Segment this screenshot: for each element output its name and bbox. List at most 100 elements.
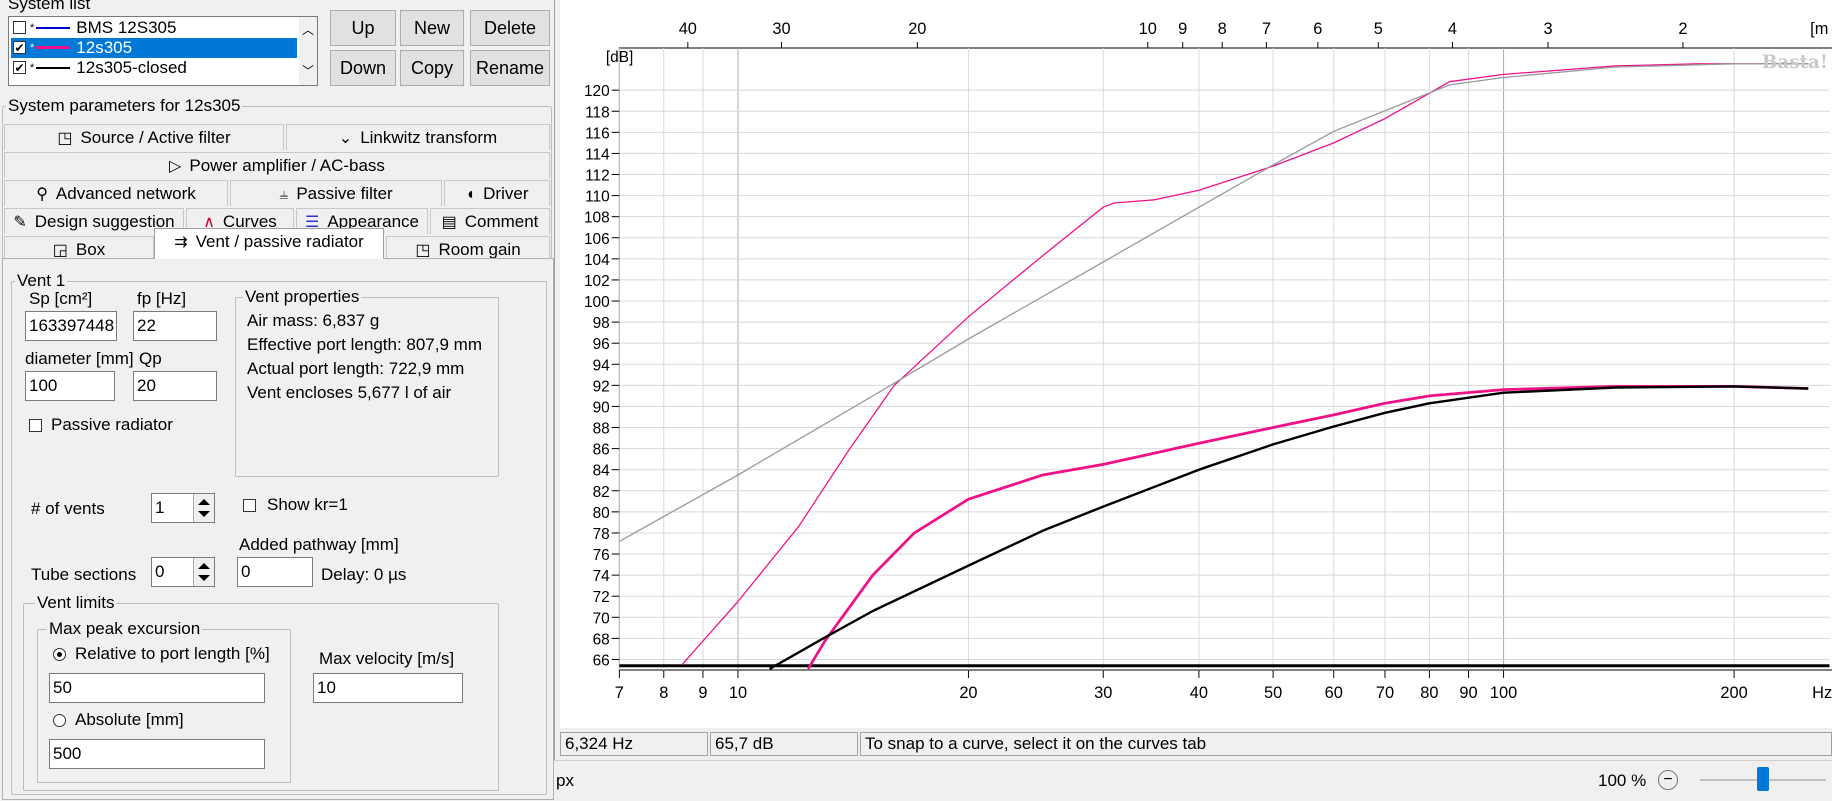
max-peak-title: Max peak excursion [47, 619, 203, 639]
x-tick-label: 10 [729, 683, 747, 702]
scroll-down-icon[interactable]: ﹀ [302, 62, 314, 79]
x-tick-label: 50 [1264, 683, 1282, 702]
vent-limits-title: Vent limits [35, 593, 117, 613]
curve-color-swatch [36, 46, 71, 50]
tab-advanced-network[interactable]: ⚲ Advanced network [4, 180, 228, 206]
frequency-response-chart[interactable]: 66 68 70 72 74 76 78 80 82 84 86 88 90 92 94 96 98 100 102… [560, 0, 1832, 728]
chart-svg[interactable]: 6668707274767880828486889092949698100102… [560, 0, 1832, 728]
tab-label: Power amplifier / AC-bass [189, 156, 385, 175]
tab-label: Source / Active filter [80, 128, 231, 147]
system-list-item[interactable]: ✔ * 12s305-closed [11, 58, 297, 78]
system-list-item[interactable]: * BMS 12S305 [11, 18, 297, 38]
relative-input[interactable]: 50 [49, 673, 265, 703]
top-tick-label: 7 [1262, 19, 1271, 38]
num-vents-value: 1 [155, 498, 165, 517]
rename-button[interactable]: Rename [470, 50, 550, 86]
vent-1-title: Vent 1 [15, 271, 68, 291]
y-tick-label: 78 [593, 526, 610, 543]
tab-power-amplifier[interactable]: ▷ Power amplifier / AC-bass [4, 152, 550, 178]
y-axis-label: [dB] [606, 49, 633, 66]
sp-label: Sp [cm²] [29, 289, 93, 308]
up-button[interactable]: Up [330, 10, 396, 46]
plot-group: 6668707274767880828486889092949698100102… [584, 0, 1832, 728]
speaker-icon: ◖ [465, 186, 476, 203]
zoom-label: 100 % [1598, 771, 1647, 790]
system-params-title: System parameters for 12s305 [6, 96, 243, 116]
diameter-label: diameter [mm] [25, 349, 134, 368]
absolute-label: Absolute [mm] [75, 710, 184, 729]
y-tick-label: 76 [593, 547, 610, 564]
curve-color-swatch [36, 26, 71, 29]
scroll-up-icon[interactable]: ︿ [302, 21, 314, 38]
num-vents-spinner[interactable]: 1 [151, 493, 215, 523]
tab-comment[interactable]: ▤ Comment [430, 208, 550, 234]
spin-up-icon[interactable] [198, 499, 210, 505]
tab-passive-filter[interactable]: ⫨ Passive filter [230, 180, 442, 206]
x-tick-label: 20 [959, 683, 977, 702]
system-list-item-selected[interactable]: ✔ * 12s305 [11, 38, 297, 58]
y-tick-label: 86 [593, 441, 610, 458]
tab-driver[interactable]: ◖ Driver [444, 180, 550, 206]
y-tick-label: 100 [584, 294, 610, 311]
x-tick-label: 90 [1459, 683, 1477, 702]
max-velocity-input[interactable]: 10 [313, 673, 463, 703]
tab-vent-passive-radiator[interactable]: ⇉ Vent / passive radiator [154, 228, 384, 259]
filter-icon: ⫨ [279, 186, 289, 203]
y-tick-label: 98 [593, 315, 610, 332]
y-tick-label: 96 [593, 336, 610, 353]
encloses-text: Vent encloses 5,677 l of air [247, 383, 452, 402]
y-tick-label: 66 [593, 652, 610, 669]
curve-color-swatch [36, 66, 71, 69]
spinner-arrows[interactable] [193, 558, 214, 586]
modified-star: * [30, 62, 35, 74]
source-icon: ◳ [57, 130, 73, 147]
delete-button[interactable]: Delete [470, 10, 550, 46]
spin-down-icon[interactable] [198, 511, 210, 517]
tab-label: Driver [483, 184, 529, 203]
pencil-icon: ✎ [13, 214, 27, 231]
top-tick-label: 30 [772, 19, 790, 38]
fp-input[interactable]: 22 [133, 311, 217, 341]
tab-label: Room gain [438, 240, 521, 259]
added-pathway-input[interactable]: 0 [237, 557, 313, 587]
x-tick-label: 80 [1420, 683, 1438, 702]
qp-input[interactable]: 20 [133, 371, 217, 401]
effective-length-text: Effective port length: 807,9 mm [247, 335, 482, 354]
y-tick-label: 92 [593, 378, 610, 395]
top-tick-label: 5 [1374, 19, 1383, 38]
actual-length-text: Actual port length: 722,9 mm [247, 359, 465, 378]
y-tick-label: 74 [593, 568, 610, 585]
spin-down-icon[interactable] [198, 575, 210, 581]
unit-label: px [556, 771, 574, 790]
system-listbox[interactable]: * BMS 12S305 ✔ * 12s305 ✔ * 12s305-closed ︿ ﹀ [8, 16, 318, 86]
down-button[interactable]: Down [330, 50, 396, 86]
absolute-radio[interactable] [53, 714, 66, 727]
system-visible-checkbox[interactable] [13, 21, 26, 35]
listbox-scrollbar[interactable]: ︿ ﹀ [299, 17, 317, 85]
zoom-slider-thumb[interactable] [1757, 767, 1769, 791]
system-visible-checkbox[interactable]: ✔ [13, 61, 26, 75]
tube-sections-spinner[interactable]: 0 [151, 557, 215, 587]
tab-label: Linkwitz transform [360, 128, 498, 147]
tab-source-active-filter[interactable]: ◳ Source / Active filter [4, 124, 284, 150]
absolute-input[interactable]: 500 [49, 739, 265, 769]
relative-radio[interactable] [53, 648, 66, 661]
system-visible-checkbox[interactable]: ✔ [13, 41, 26, 55]
new-button[interactable]: New [400, 10, 464, 46]
sp-input[interactable]: 163397448 [25, 311, 117, 341]
show-kr-checkbox[interactable] [243, 499, 256, 512]
x-tick-label: 100 [1490, 683, 1517, 702]
y-tick-label: 84 [593, 462, 610, 479]
copy-button[interactable]: Copy [400, 50, 464, 86]
spin-up-icon[interactable] [198, 563, 210, 569]
tab-linkwitz-transform[interactable]: ⌄ Linkwitz transform [286, 124, 550, 150]
x-tick-label: 40 [1190, 683, 1208, 702]
passive-radiator-checkbox[interactable] [29, 419, 42, 432]
zoom-out-icon[interactable]: − [1658, 770, 1678, 790]
spinner-arrows[interactable] [193, 494, 214, 522]
relative-label: Relative to port length [%] [75, 644, 270, 663]
y-tick-label: 94 [593, 357, 610, 374]
x-axis-unit: Hz [1812, 683, 1832, 702]
diameter-input[interactable]: 100 [25, 371, 115, 401]
network-icon: ⚲ [36, 186, 48, 203]
